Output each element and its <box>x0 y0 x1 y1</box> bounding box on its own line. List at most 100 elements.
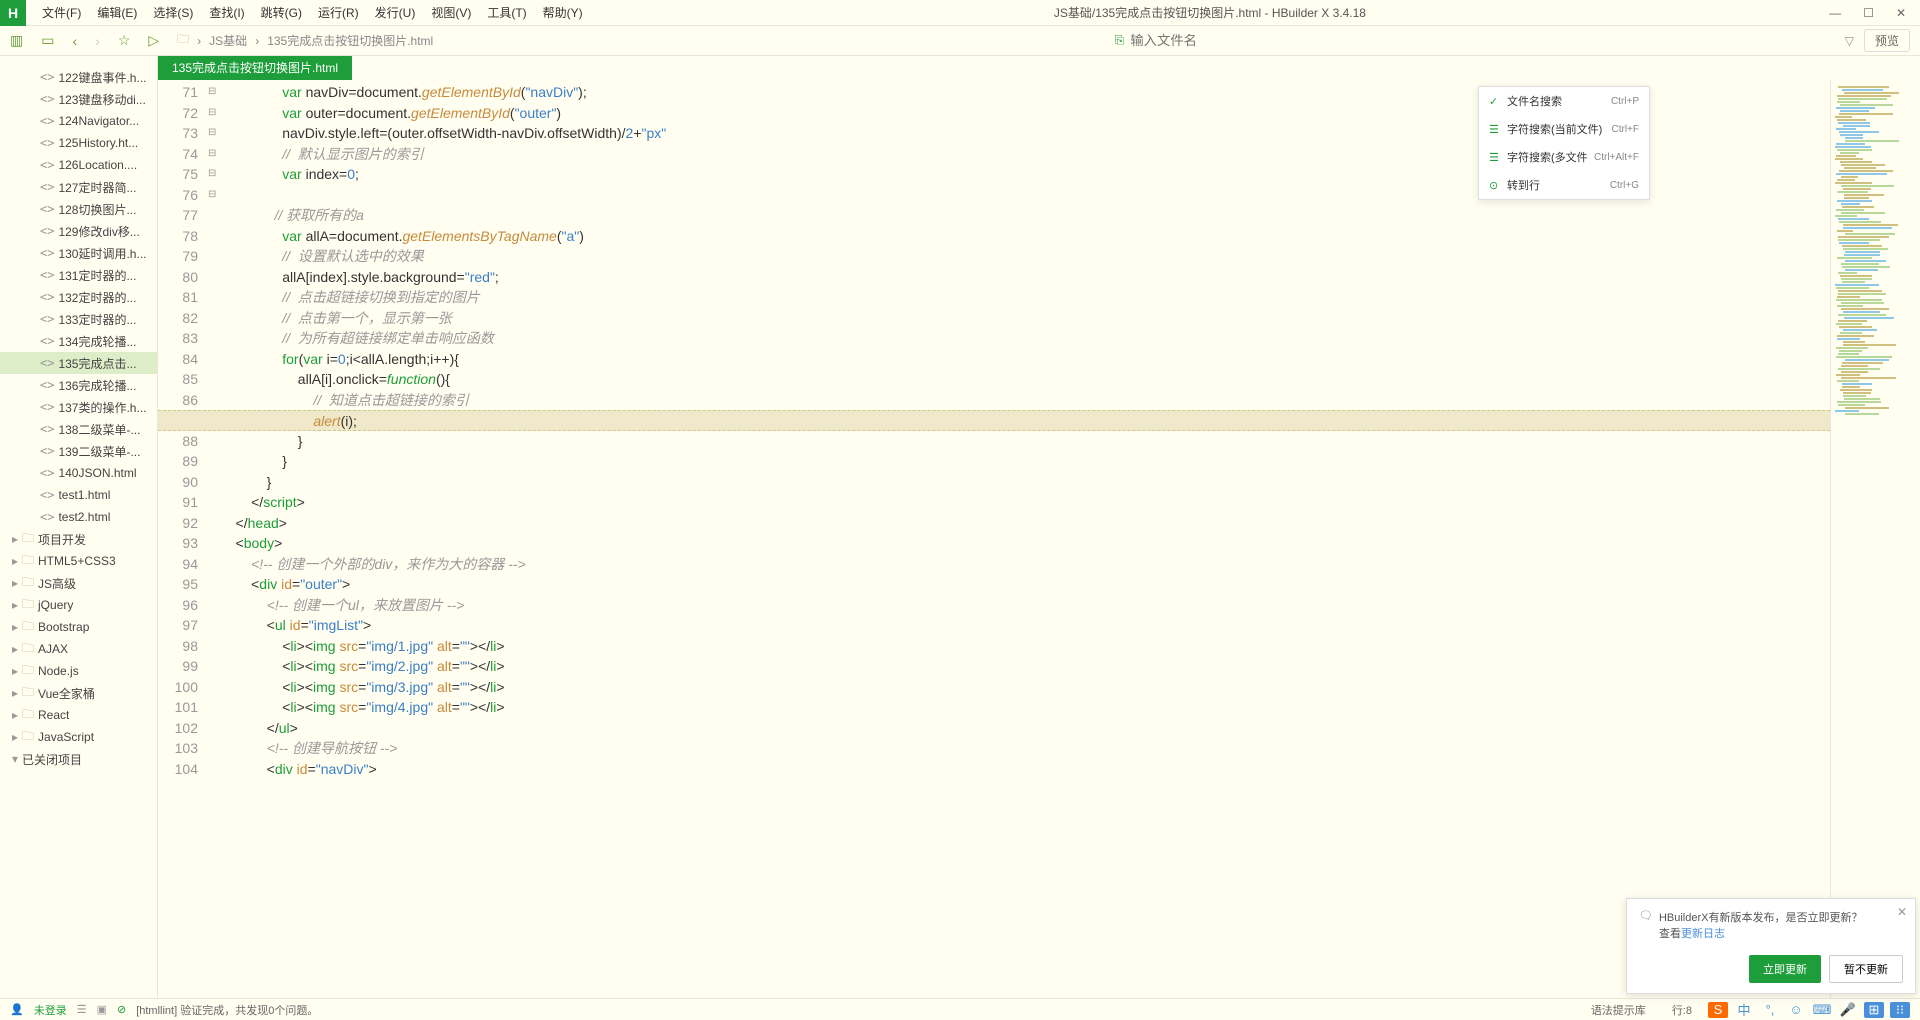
menu-item[interactable]: 帮助(Y) <box>535 4 591 21</box>
update-message: HBuilderX有新版本发布，是否立即更新？ <box>1659 909 1863 925</box>
menu-item[interactable]: 编辑(E) <box>89 4 145 21</box>
menu-item[interactable]: 发行(U) <box>367 4 424 21</box>
sidebar-file-item[interactable]: <> 130延时调用.h... <box>0 242 157 264</box>
back-icon[interactable]: ‹ <box>72 33 77 49</box>
lint-status: [htmllint] 验证完成，共发现0个问题。 <box>136 1002 318 1018</box>
sidebar-file-item[interactable]: <> 125History.ht... <box>0 132 157 154</box>
sidebar-file-item[interactable]: <> 136完成轮播... <box>0 374 157 396</box>
search-option[interactable]: ✓文件名搜索Ctrl+P <box>1479 87 1649 115</box>
code-content[interactable]: var navDiv=document.getElementById("navD… <box>220 80 1830 998</box>
minimize-icon[interactable]: — <box>1829 6 1841 20</box>
popup-close-icon[interactable]: ✕ <box>1897 905 1907 919</box>
sidebar-file-item[interactable]: <> 127定时器简... <box>0 176 157 198</box>
search-input[interactable] <box>1130 33 1730 48</box>
sidebar-folder-item[interactable]: ▸ 🗀 AJAX <box>0 638 157 660</box>
minimap[interactable] <box>1830 80 1920 998</box>
menu-item[interactable]: 工具(T) <box>479 4 534 21</box>
search-box[interactable]: ⎘ <box>1115 33 1835 48</box>
punct-icon[interactable]: °, <box>1760 1002 1780 1018</box>
sidebar-file-item[interactable]: <> 128切换图片... <box>0 198 157 220</box>
save-icon[interactable]: ▭ <box>41 32 54 49</box>
settings-icon[interactable]: ⁝⁝ <box>1890 1002 1910 1018</box>
sidebar-folder-item[interactable]: ▸ 🗀 Vue全家桶 <box>0 682 157 704</box>
sidebar-folder-item[interactable]: ▸ 🗀 JavaScript <box>0 726 157 748</box>
sidebar-folder-item[interactable]: ▸ 🗀 项目开发 <box>0 528 157 550</box>
close-icon[interactable]: ✕ <box>1896 6 1906 20</box>
sidebar-file-item[interactable]: <> 140JSON.html <box>0 462 157 484</box>
user-icon[interactable]: 👤 <box>10 1003 24 1016</box>
sidebar-folder-item[interactable]: ▸ 🗀 JS高级 <box>0 572 157 594</box>
breadcrumb: 🗀 › JS基础 › 135完成点击按钮切换图片.html <box>177 30 433 51</box>
menu-item[interactable]: 查找(I) <box>201 4 252 21</box>
sidebar-file-item[interactable]: <> test2.html <box>0 506 157 528</box>
sidebar-file-item[interactable]: <> 129修改div移... <box>0 220 157 242</box>
sidebar-folder-item[interactable]: ▸ 🗀 Node.js <box>0 660 157 682</box>
breadcrumb-folder[interactable]: JS基础 <box>209 32 247 49</box>
ime-icon[interactable]: S <box>1708 1002 1728 1018</box>
update-later-button[interactable]: 暂不更新 <box>1829 955 1903 983</box>
sidebar-file-item[interactable]: <> 132定时器的... <box>0 286 157 308</box>
sidebar-folder-item[interactable]: ▸ 🗀 Bootstrap <box>0 616 157 638</box>
sidebar-file-item[interactable]: <> 135完成点击... <box>0 352 157 374</box>
update-now-button[interactable]: 立即更新 <box>1749 955 1821 983</box>
sidebar-folder-item[interactable]: ▸ 🗀 HTML5+CSS3 <box>0 550 157 572</box>
lang-icon[interactable]: 中 <box>1734 1002 1754 1018</box>
sidebar-file-item[interactable]: <> 124Navigator... <box>0 110 157 132</box>
statusbar: 👤 未登录 ☰ ▣ ⊘ [htmllint] 验证完成，共发现0个问题。 语法提… <box>0 998 1920 1020</box>
sidebar-file-item[interactable]: <> 131定时器的... <box>0 264 157 286</box>
search-icon: ⎘ <box>1115 33 1125 48</box>
mic-icon[interactable]: 🎤 <box>1838 1002 1858 1018</box>
sidebar-file-item[interactable]: <> test1.html <box>0 484 157 506</box>
sidebar-file-item[interactable]: <> 122键盘事件.h... <box>0 66 157 88</box>
menu-item[interactable]: 选择(S) <box>145 4 201 21</box>
emoji-icon[interactable]: ☺ <box>1786 1002 1806 1018</box>
tabbar: 135完成点击按钮切换图片.html <box>158 56 1920 80</box>
search-option[interactable]: ☰字符搜索(当前文件)Ctrl+F <box>1479 115 1649 143</box>
menu-item[interactable]: 文件(F) <box>34 4 89 21</box>
sidebar-folder-item[interactable]: ▸ 🗀 React <box>0 704 157 726</box>
sidebar: <> 122键盘事件.h...<> 123键盘移动di...<> 124Navi… <box>0 56 158 998</box>
sidebar-file-item[interactable]: <> 126Location.... <box>0 154 157 176</box>
forward-icon[interactable]: › <box>95 33 100 49</box>
sidebar-file-item[interactable]: <> 137类的操作.h... <box>0 396 157 418</box>
sidebar-file-item[interactable]: <> 134完成轮播... <box>0 330 157 352</box>
info-icon: 🗨 <box>1639 909 1653 941</box>
breadcrumb-file[interactable]: 135完成点击按钮切换图片.html <box>267 32 433 49</box>
sidebar-file-item[interactable]: <> 133定时器的... <box>0 308 157 330</box>
search-popup: ✓文件名搜索Ctrl+P☰字符搜索(当前文件)Ctrl+F☰字符搜索(多文件Ct… <box>1478 86 1650 200</box>
star-icon[interactable]: ☆ <box>118 32 131 49</box>
breadcrumb-root[interactable]: › <box>197 34 201 48</box>
menu-item[interactable]: 视图(V) <box>423 4 479 21</box>
main-area: <> 122键盘事件.h...<> 123键盘移动di...<> 124Navi… <box>0 56 1920 998</box>
filter-icon[interactable]: ▽ <box>1845 34 1854 48</box>
fold-gutter: ⊟⊟⊟⊟⊟⊟ <box>208 80 220 998</box>
tab-active[interactable]: 135完成点击按钮切换图片.html <box>158 56 352 80</box>
login-status[interactable]: 未登录 <box>34 1002 67 1018</box>
sidebar-file-item[interactable]: <> 139二级菜单-... <box>0 440 157 462</box>
app-logo: H <box>0 0 26 26</box>
keyboard-icon[interactable]: ⌨ <box>1812 1002 1832 1018</box>
sidebar-file-item[interactable]: <> 138二级菜单-... <box>0 418 157 440</box>
run-icon[interactable]: ▷ <box>148 32 159 49</box>
cursor-pos: 行:8 <box>1672 1002 1692 1018</box>
grammar-label[interactable]: 语法提示库 <box>1591 1002 1646 1018</box>
menu-item[interactable]: 运行(R) <box>310 4 367 21</box>
maximize-icon[interactable]: ☐ <box>1863 6 1874 20</box>
panel-icon[interactable]: ▣ <box>97 1003 107 1016</box>
menu-item[interactable]: 跳转(G) <box>253 4 310 21</box>
sidebar-folder-item[interactable]: ▾ 已关闭项目 <box>0 748 157 770</box>
folder-icon: 🗀 <box>177 30 189 51</box>
window-controls: — ☐ ✕ <box>1829 6 1906 20</box>
new-file-icon[interactable]: ▥ <box>10 32 23 49</box>
preview-button[interactable]: 预览 <box>1864 29 1910 52</box>
list-icon[interactable]: ☰ <box>77 1003 87 1016</box>
line-gutter: 7172737475767778798081828384858687888990… <box>158 80 208 998</box>
sidebar-folder-item[interactable]: ▸ 🗀 jQuery <box>0 594 157 616</box>
sidebar-file-item[interactable]: <> 123键盘移动di... <box>0 88 157 110</box>
search-option[interactable]: ⊙转到行Ctrl+G <box>1479 171 1649 199</box>
search-option[interactable]: ☰字符搜索(多文件Ctrl+Alt+F <box>1479 143 1649 171</box>
changelog-link[interactable]: 更新日志 <box>1681 928 1725 940</box>
menu-bar: 文件(F)编辑(E)选择(S)查找(I)跳转(G)运行(R)发行(U)视图(V)… <box>34 4 591 21</box>
grid-icon[interactable]: ⊞ <box>1864 1002 1884 1018</box>
editor-area: 135完成点击按钮切换图片.html 717273747576777879808… <box>158 56 1920 998</box>
